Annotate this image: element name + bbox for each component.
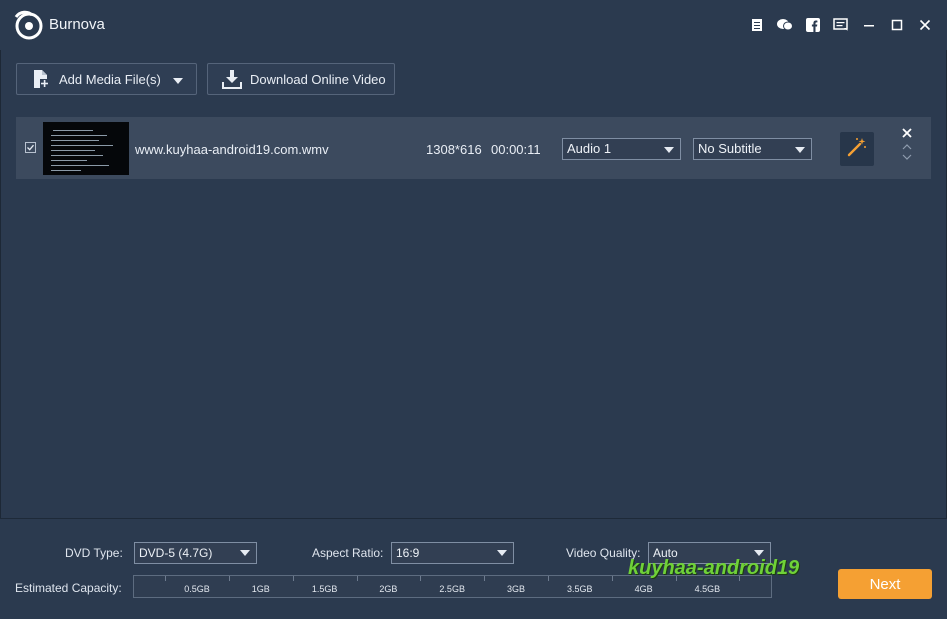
download-online-video-label: Download Online Video bbox=[250, 71, 386, 87]
media-duration: 00:00:11 bbox=[491, 142, 541, 157]
next-button[interactable]: Next bbox=[838, 569, 932, 599]
capacity-tick-mark bbox=[356, 576, 358, 581]
video-thumbnail bbox=[43, 122, 129, 175]
aspect-ratio-label: Aspect Ratio: bbox=[312, 546, 384, 560]
capacity-tick-label: 3.5GB bbox=[567, 584, 593, 594]
capacity-tick-mark bbox=[165, 576, 167, 581]
add-file-icon bbox=[31, 69, 51, 89]
edit-magic-wand-button[interactable] bbox=[840, 132, 874, 166]
chat-icon[interactable] bbox=[773, 15, 797, 35]
capacity-tick-label: 2GB bbox=[379, 584, 398, 594]
capacity-tick-label: 4.5GB bbox=[694, 584, 721, 594]
move-down-icon[interactable] bbox=[902, 147, 912, 165]
feedback-icon[interactable] bbox=[829, 15, 853, 35]
minimize-icon[interactable] bbox=[857, 15, 881, 35]
capacity-tick-label: 4GB bbox=[634, 584, 653, 594]
subtitle-value: No Subtitle bbox=[698, 141, 762, 156]
magic-wand-icon bbox=[846, 136, 868, 163]
media-file-row[interactable]: www.kuyhaa-android19.com.wmv 1308*616 00… bbox=[16, 117, 931, 179]
title-bar: Burnova bbox=[0, 0, 947, 50]
settings-panel bbox=[0, 518, 947, 619]
dvd-type-label: DVD Type: bbox=[65, 546, 123, 560]
dvd-type-select[interactable]: DVD-5 (4.7G) bbox=[134, 542, 257, 564]
chevron-down-icon bbox=[754, 550, 764, 556]
title-bar-actions bbox=[741, 15, 937, 35]
capacity-tick-label: 1.5GB bbox=[311, 584, 338, 594]
next-label: Next bbox=[869, 575, 901, 593]
watermark-text: kuyhaa-android19 bbox=[628, 557, 800, 579]
chevron-down-icon[interactable] bbox=[172, 72, 183, 87]
capacity-tick-mark bbox=[228, 576, 230, 581]
capacity-tick-mark bbox=[292, 576, 294, 581]
facebook-icon[interactable] bbox=[801, 15, 825, 35]
maximize-icon[interactable] bbox=[885, 15, 909, 35]
audio-track-value: Audio 1 bbox=[567, 141, 612, 156]
download-icon bbox=[222, 69, 242, 89]
add-media-files-label: Add Media File(s) bbox=[59, 71, 161, 87]
dvd-type-value: DVD-5 (4.7G) bbox=[139, 546, 213, 560]
document-icon[interactable] bbox=[745, 15, 769, 35]
capacity-tick-label: 3GB bbox=[506, 584, 526, 594]
download-online-video-button[interactable]: Download Online Video bbox=[207, 63, 395, 95]
chevron-down-icon bbox=[497, 550, 507, 556]
close-icon[interactable] bbox=[913, 15, 937, 35]
aspect-ratio-value: 16:9 bbox=[396, 546, 420, 560]
aspect-ratio-select[interactable]: 16:9 bbox=[391, 542, 514, 564]
media-file-checkbox[interactable] bbox=[25, 142, 36, 153]
add-media-files-button[interactable]: Add Media File(s) bbox=[16, 63, 197, 95]
burnova-logo-icon bbox=[12, 9, 44, 41]
app-title: Burnova bbox=[49, 16, 105, 33]
media-file-name: www.kuyhaa-android19.com.wmv bbox=[135, 142, 329, 157]
media-resolution: 1308*616 bbox=[426, 142, 482, 157]
chevron-down-icon bbox=[664, 147, 674, 153]
remove-file-icon[interactable] bbox=[902, 125, 912, 138]
capacity-tick-mark bbox=[547, 576, 549, 581]
capacity-tick-label: 0.5GB bbox=[184, 584, 210, 594]
chevron-down-icon bbox=[795, 147, 805, 153]
audio-track-select[interactable]: Audio 1 bbox=[562, 138, 681, 160]
capacity-tick-label: 2.5GB bbox=[439, 584, 465, 594]
capacity-tick-label: 1GB bbox=[251, 584, 270, 594]
subtitle-select[interactable]: No Subtitle bbox=[693, 138, 812, 160]
chevron-down-icon bbox=[240, 550, 250, 556]
capacity-tick-mark bbox=[420, 576, 422, 581]
capacity-tick-mark bbox=[611, 576, 613, 581]
estimated-capacity-label: Estimated Capacity: bbox=[15, 581, 122, 595]
capacity-tick-mark bbox=[484, 576, 486, 581]
